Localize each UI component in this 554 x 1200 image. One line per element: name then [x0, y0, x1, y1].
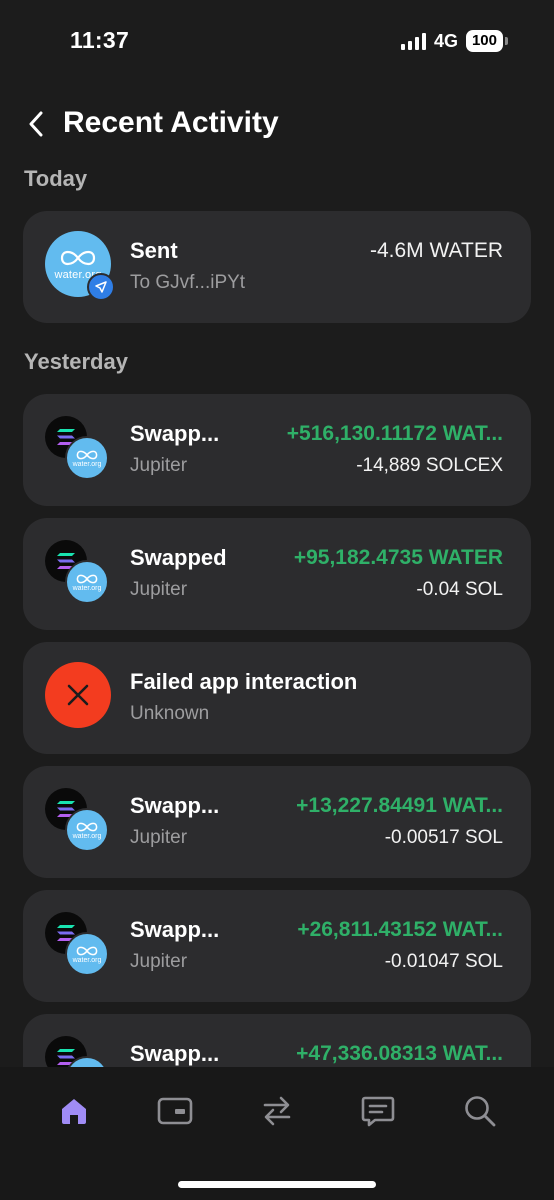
- chat-icon: [361, 1096, 395, 1127]
- activity-title: Failed app interaction: [130, 669, 358, 694]
- activity-title: Swapped: [130, 545, 227, 570]
- tab-swap[interactable]: [257, 1091, 297, 1131]
- search-icon: [465, 1096, 496, 1127]
- tab-chat[interactable]: [358, 1091, 398, 1131]
- tab-search[interactable]: [460, 1091, 500, 1131]
- activity-subtitle: Jupiter: [130, 455, 188, 476]
- activity-title: Sent: [130, 238, 178, 263]
- network-label: 4G: [433, 30, 458, 51]
- activity-amount-sent: -14,889 SOLCEX: [356, 455, 503, 476]
- signal-icon: [400, 32, 426, 50]
- tab-home[interactable]: [54, 1091, 94, 1131]
- logo-text: water.org: [72, 956, 102, 964]
- home-indicator[interactable]: [178, 1181, 376, 1188]
- header: Recent Activity: [0, 100, 554, 148]
- activity-amount: -4.6M WATER: [369, 239, 503, 262]
- activity-amount-received: +26,811.43152 WAT...: [297, 918, 503, 941]
- activity-amount-sent: -0.04 SOL: [416, 579, 503, 600]
- activity-amount-sent: -0.01047 SOL: [384, 951, 503, 972]
- wallet-card-icon: [157, 1097, 193, 1125]
- activity-item-swap[interactable]: water.org Swapp... Jupiter +26,811.43152…: [23, 890, 531, 1002]
- activity-title: Swapp...: [130, 1041, 220, 1066]
- send-badge-icon: [87, 273, 115, 301]
- chevron-left-icon: [29, 111, 43, 137]
- activity-subtitle: To GJvf...iPYt: [130, 272, 246, 293]
- logo-text: water.org: [72, 584, 102, 592]
- activity-subtitle: Jupiter: [130, 827, 188, 848]
- home-icon: [62, 1099, 86, 1124]
- logo-text: water.org: [72, 832, 102, 840]
- status-time: 11:37: [70, 27, 130, 53]
- back-button[interactable]: [18, 106, 54, 142]
- swap-avatar: water.org: [45, 538, 115, 608]
- activity-amount-received: +516,130.11172 WAT...: [286, 422, 503, 445]
- swap-avatar: water.org: [45, 414, 115, 484]
- water-token-icon: water.org: [65, 436, 109, 480]
- section-label-today: Today: [24, 166, 88, 191]
- activity-subtitle: Jupiter: [130, 579, 188, 600]
- water-token-icon: water.org: [65, 560, 109, 604]
- activity-item-swap[interactable]: water.org Swapp... Jupiter +13,227.84491…: [23, 766, 531, 878]
- activity-subtitle: Unknown: [130, 703, 210, 724]
- water-token-icon: water.org: [65, 932, 109, 976]
- status-indicators: 4G 100: [400, 30, 508, 52]
- bottom-tab-bar: [0, 1067, 554, 1200]
- swap-avatar: water.org: [45, 786, 115, 856]
- activity-title: Swapp...: [130, 917, 220, 942]
- activity-item-failed[interactable]: Failed app interaction Unknown: [23, 642, 531, 754]
- activity-amount-received: +13,227.84491 WAT...: [296, 794, 503, 817]
- activity-item-sent[interactable]: water.org Sent To GJvf...iPYt -4.6M WATE…: [23, 211, 531, 323]
- battery-level: 100: [465, 30, 503, 52]
- activity-title: Swapp...: [130, 421, 220, 446]
- activity-amount-sent: -0.00517 SOL: [384, 827, 503, 848]
- activity-amount-received: +47,336.08313 WAT...: [296, 1042, 503, 1065]
- token-avatar: water.org: [45, 231, 115, 301]
- activity-amount-received: +95,182.4735 WATER: [293, 546, 503, 569]
- tab-wallet[interactable]: [155, 1091, 195, 1131]
- activity-item-swap[interactable]: water.org Swapp... Jupiter +516,130.1117…: [23, 394, 531, 506]
- section-label-yesterday: Yesterday: [24, 349, 128, 374]
- page-title: Recent Activity: [63, 106, 279, 139]
- failed-x-icon: [45, 662, 111, 728]
- status-bar: 11:37 4G 100: [0, 0, 554, 84]
- activity-title: Swapp...: [130, 793, 220, 818]
- water-token-icon: water.org: [65, 808, 109, 852]
- swap-icon: [263, 1096, 291, 1126]
- logo-text: water.org: [72, 460, 102, 468]
- activity-subtitle: Jupiter: [130, 951, 188, 972]
- swap-avatar: water.org: [45, 910, 115, 980]
- failed-avatar: [45, 662, 115, 732]
- battery-icon: 100: [465, 30, 508, 52]
- activity-item-swap[interactable]: water.org Swapped Jupiter +95,182.4735 W…: [23, 518, 531, 630]
